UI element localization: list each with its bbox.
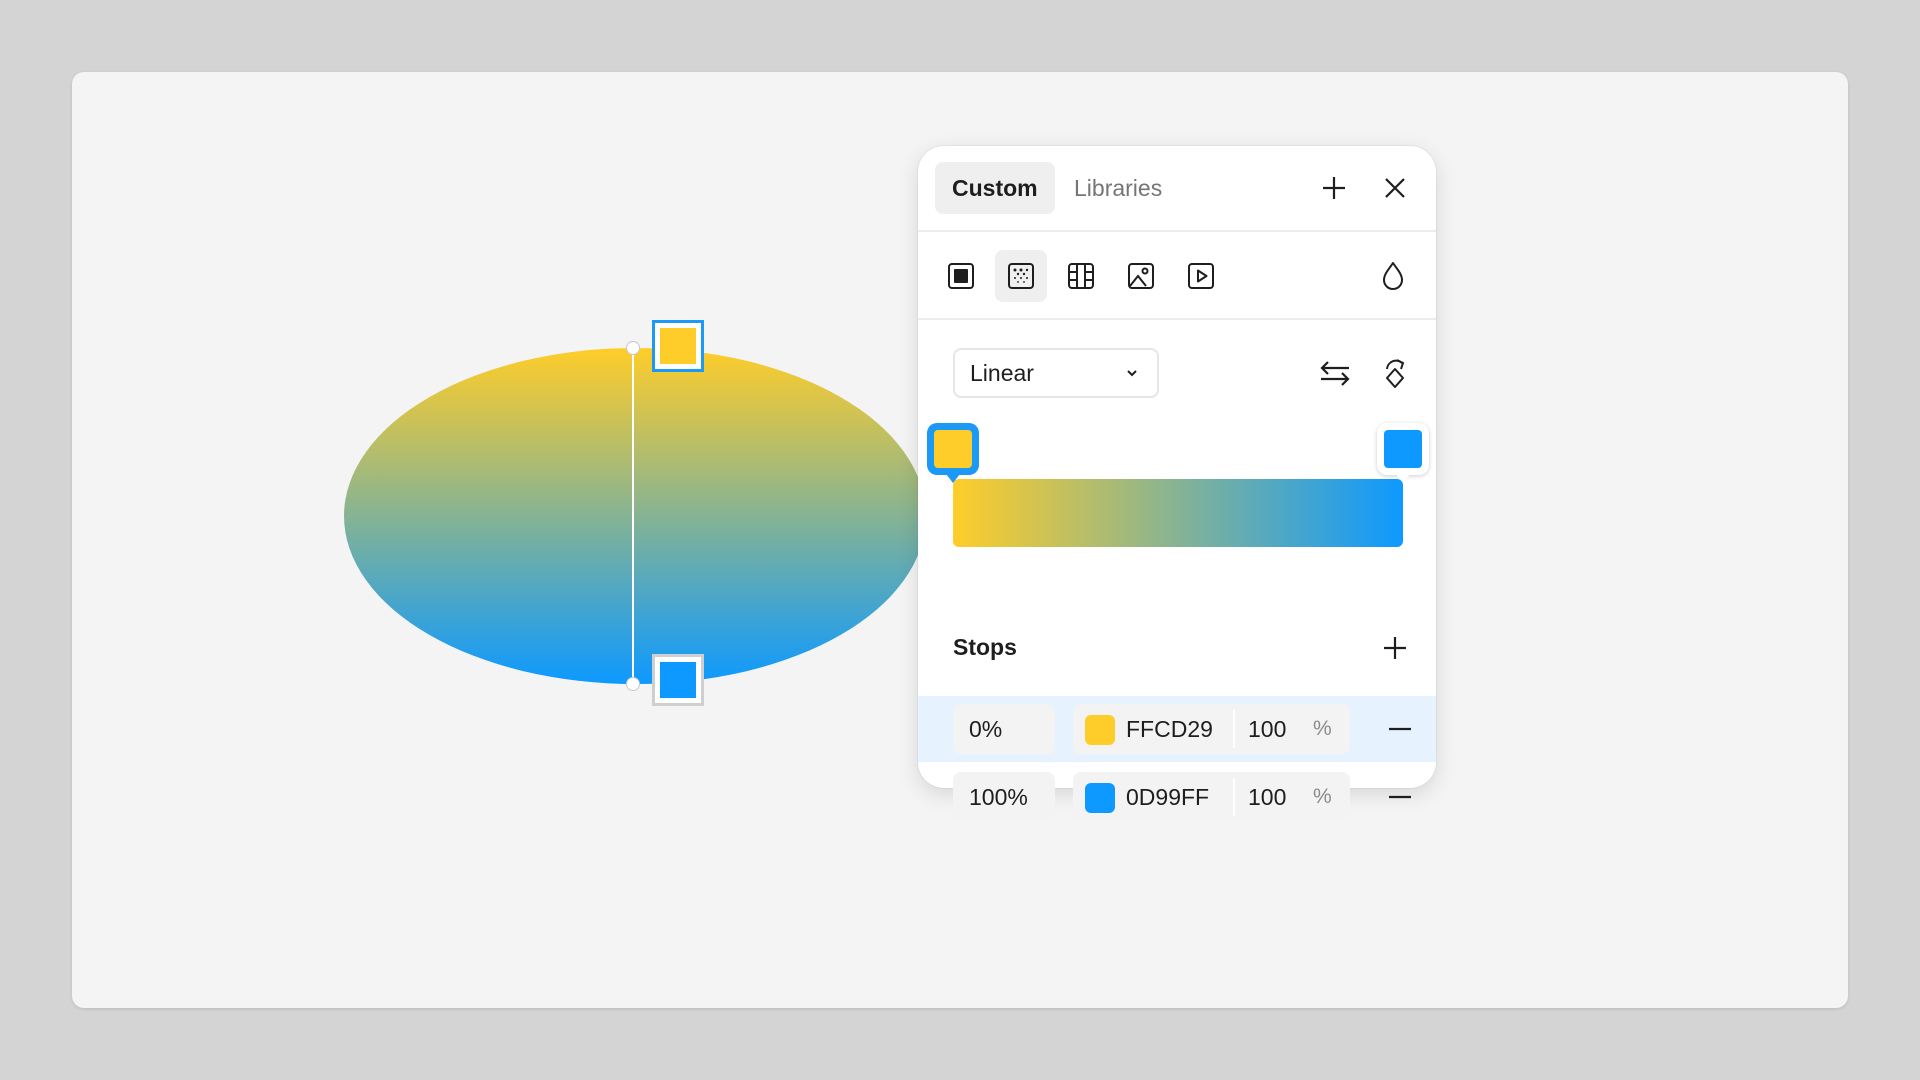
stop-opacity-input[interactable]: 100 (1248, 772, 1286, 822)
minus-icon (1389, 795, 1411, 799)
gradient-end-stop-handle[interactable] (652, 654, 704, 706)
stop-color-field: FFCD29 100 % (1073, 704, 1350, 754)
add-stop-button[interactable] (1375, 628, 1415, 668)
stop-row[interactable]: 0% FFCD29 100 % (918, 696, 1436, 762)
image-fill-icon (1128, 263, 1154, 289)
stop-color-field: 0D99FF 100 % (1073, 772, 1350, 822)
stop-position-input[interactable]: 100% (953, 772, 1055, 822)
stop-hex-input[interactable]: FFCD29 (1126, 704, 1213, 754)
gradient-end-point[interactable] (626, 677, 640, 691)
fill-picker-panel: Custom Libraries Linear Stops 0% FFCD29 … (918, 146, 1436, 822)
remove-stop-button[interactable] (1380, 709, 1420, 749)
gradient-ellipse-shape[interactable] (342, 320, 928, 706)
stop-position-input[interactable]: 0% (953, 704, 1055, 754)
flip-gradient-button[interactable] (1315, 353, 1355, 393)
remove-stop-button[interactable] (1380, 777, 1420, 817)
stop-color-swatch[interactable] (1085, 783, 1115, 813)
video-fill-button[interactable] (1175, 250, 1227, 302)
end-stop-swatch (660, 662, 696, 698)
field-divider (1233, 778, 1235, 816)
drop-icon (1383, 262, 1403, 290)
minus-icon (1389, 727, 1411, 731)
image-fill-button[interactable] (1115, 250, 1167, 302)
blend-mode-button[interactable] (1367, 250, 1419, 302)
gradient-type-select[interactable]: Linear (953, 348, 1159, 398)
stop-marker-swatch (1384, 430, 1422, 468)
rotate-gradient-button[interactable] (1375, 353, 1415, 393)
stop-marker-swatch (934, 430, 972, 468)
gradient-start-stop-handle[interactable] (652, 320, 704, 372)
gradient-type-label: Linear (970, 360, 1034, 386)
gradient-editor[interactable] (927, 423, 1429, 547)
panel-tabs: Custom Libraries (918, 146, 1436, 232)
add-style-button[interactable] (1314, 168, 1354, 208)
stop-color-swatch[interactable] (1085, 715, 1115, 745)
flip-gradient-icon (1320, 361, 1350, 386)
solid-fill-button[interactable] (935, 250, 987, 302)
fill-type-bar (918, 232, 1436, 320)
pattern-fill-button[interactable] (1055, 250, 1107, 302)
stop-opacity-input[interactable]: 100 (1248, 704, 1286, 754)
stop-hex-input[interactable]: 0D99FF (1126, 772, 1209, 822)
gradient-fill-button[interactable] (995, 250, 1047, 302)
gradient-stop-marker-start[interactable] (927, 423, 979, 483)
gradient-handle-line[interactable] (632, 348, 634, 684)
start-stop-swatch (660, 328, 696, 364)
rotate-gradient-icon (1386, 359, 1405, 388)
gradient-stop-marker-end[interactable] (1377, 423, 1429, 483)
plus-icon (1384, 637, 1406, 659)
tab-custom[interactable]: Custom (935, 162, 1055, 214)
pattern-fill-icon (1068, 263, 1094, 289)
video-fill-icon (1188, 263, 1214, 289)
gradient-start-point[interactable] (626, 341, 640, 355)
stop-marker-pointer (946, 474, 960, 483)
tab-libraries[interactable]: Libraries (1057, 162, 1179, 214)
stops-heading: Stops (953, 634, 1017, 660)
close-button[interactable] (1375, 168, 1415, 208)
plus-icon (1323, 177, 1345, 199)
gradient-preview-bar[interactable] (953, 479, 1403, 547)
close-icon (1385, 178, 1405, 198)
percent-unit: % (1313, 717, 1332, 740)
ellipse[interactable] (344, 348, 926, 684)
chevron-down-icon (1127, 370, 1137, 377)
solid-fill-icon (948, 263, 974, 289)
percent-unit: % (1313, 785, 1332, 808)
stop-row[interactable]: 100% 0D99FF 100 % (918, 764, 1436, 830)
gradient-fill-icon (1008, 263, 1034, 289)
stop-marker-pointer (1396, 474, 1410, 483)
field-divider (1233, 710, 1235, 748)
